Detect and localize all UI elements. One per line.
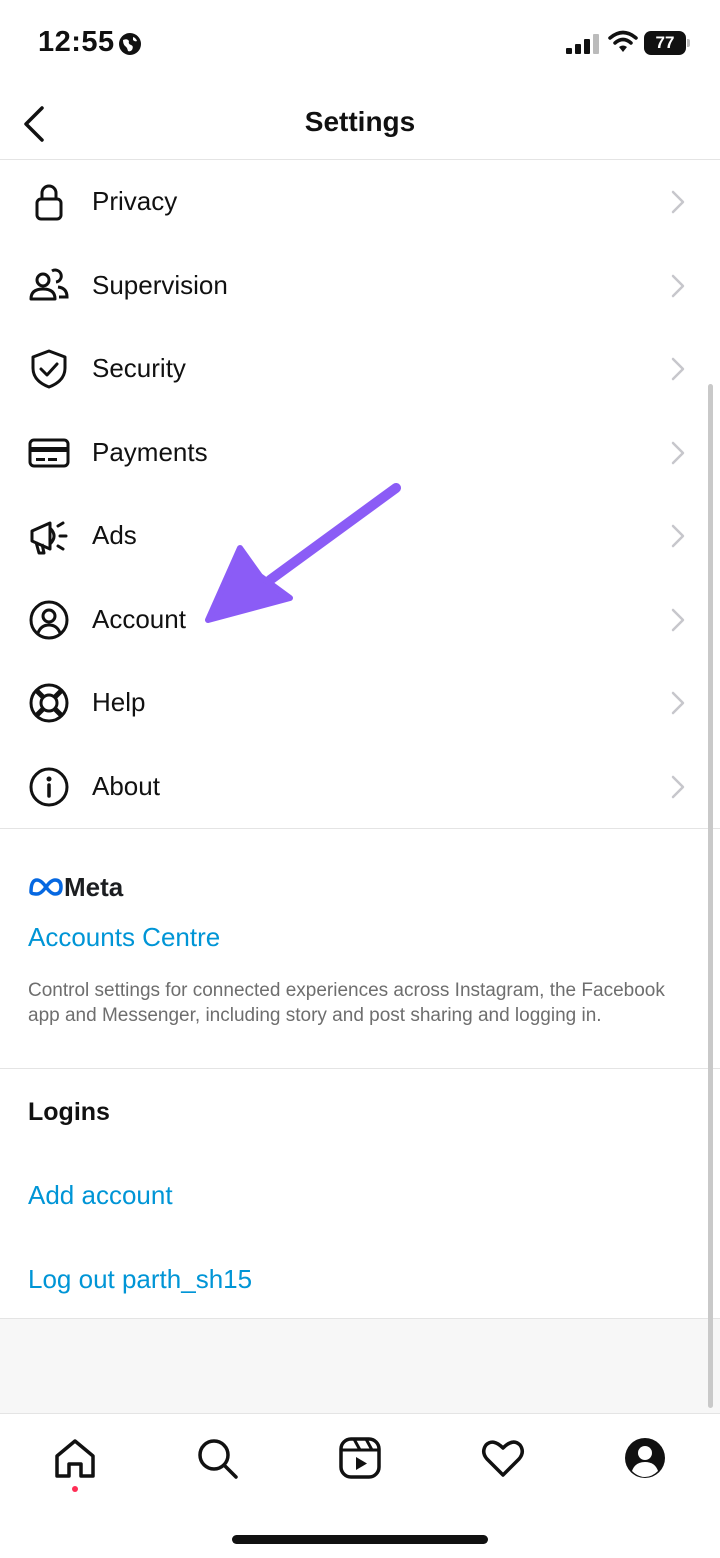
menu-item-security[interactable]: Security xyxy=(0,327,720,411)
chevron-right-icon xyxy=(671,691,685,715)
megaphone-icon xyxy=(30,521,68,555)
home-indicator xyxy=(232,1535,488,1544)
logins-heading: Logins xyxy=(28,1098,110,1126)
menu-label-help: Help xyxy=(92,687,146,717)
wifi-icon xyxy=(608,30,638,52)
heart-icon xyxy=(482,1440,524,1477)
chevron-right-icon xyxy=(671,357,685,381)
home-icon xyxy=(55,1439,95,1478)
page-title: Settings xyxy=(304,106,416,137)
reels-icon xyxy=(339,1437,381,1479)
menu-item-privacy[interactable]: Privacy xyxy=(0,160,720,244)
tab-activity[interactable] xyxy=(479,1434,527,1482)
shield-icon xyxy=(31,349,67,389)
menu-item-payments[interactable]: Payments xyxy=(0,411,720,495)
menu-label-payments: Payments xyxy=(92,436,208,467)
accounts-centre-link[interactable]: Accounts Centre xyxy=(28,922,220,953)
chevron-right-icon xyxy=(671,775,685,798)
chevron-right-icon xyxy=(671,608,685,631)
search-icon xyxy=(198,1439,238,1479)
lock-icon xyxy=(35,184,63,221)
settings-menu: Privacy Supervision Security Payments Ad… xyxy=(0,160,720,828)
menu-label-supervision: Supervision xyxy=(92,269,228,300)
lifebuoy-icon xyxy=(29,683,69,723)
notification-dot xyxy=(72,1486,78,1492)
menu-item-account[interactable]: Account xyxy=(0,578,720,662)
meta-section: Meta Accounts Centre Control settings fo… xyxy=(0,828,720,1068)
add-account-link[interactable]: Add account xyxy=(28,1180,173,1211)
meta-brand: Meta xyxy=(64,872,124,902)
menu-item-help[interactable]: Help xyxy=(0,661,720,745)
people-icon xyxy=(29,268,69,300)
profile-icon xyxy=(625,1438,665,1478)
menu-label-privacy: Privacy xyxy=(92,186,178,216)
account-icon xyxy=(29,600,69,639)
battery-level: 77 xyxy=(655,33,675,52)
status-bar: 12:55 77 xyxy=(0,0,720,90)
tab-search[interactable] xyxy=(193,1434,241,1482)
menu-label-security: Security xyxy=(92,353,186,383)
chevron-right-icon xyxy=(671,274,685,297)
menu-label-about: About xyxy=(92,770,160,801)
logout-link[interactable]: Log out parth_sh15 xyxy=(28,1264,252,1295)
footer-spacer xyxy=(0,1319,720,1413)
chevron-right-icon xyxy=(671,524,685,548)
globe-icon xyxy=(119,33,141,55)
chevron-right-icon xyxy=(671,190,685,214)
menu-item-about[interactable]: About xyxy=(0,745,720,829)
tab-profile[interactable] xyxy=(621,1434,669,1482)
menu-item-supervision[interactable]: Supervision xyxy=(0,244,720,328)
tab-bar xyxy=(0,1413,720,1558)
scrollbar[interactable] xyxy=(708,384,713,1408)
card-icon xyxy=(28,438,70,467)
tab-reels[interactable] xyxy=(336,1434,384,1482)
battery-indicator: 77 xyxy=(644,31,690,55)
logins-section: Logins Add account Log out parth_sh15 xyxy=(0,1068,720,1318)
status-time: 12:55 xyxy=(38,26,115,58)
menu-label-ads: Ads xyxy=(92,520,137,550)
menu-item-ads[interactable]: Ads xyxy=(0,494,720,578)
accounts-centre-description: Control settings for connected experienc… xyxy=(28,980,665,1026)
signal-icon xyxy=(566,34,599,54)
nav-bar: Settings xyxy=(0,90,720,160)
info-icon xyxy=(29,767,69,806)
chevron-right-icon xyxy=(671,441,685,464)
menu-label-account: Account xyxy=(92,603,186,634)
meta-logo-icon xyxy=(29,878,63,896)
tab-home[interactable] xyxy=(51,1434,99,1482)
